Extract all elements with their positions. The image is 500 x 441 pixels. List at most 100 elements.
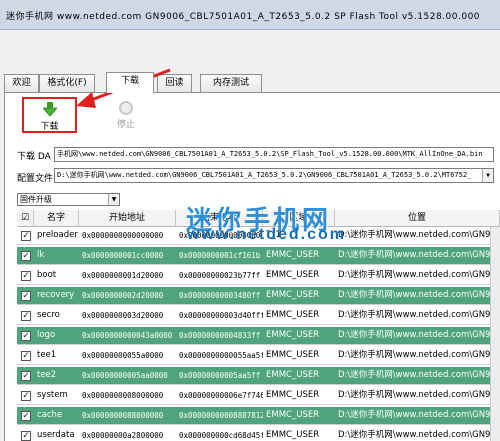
- row-checkbox[interactable]: ✓: [21, 271, 31, 281]
- cell-end: 0x00000000006e7f7463: [179, 391, 263, 400]
- tab-readback[interactable]: 回读: [157, 74, 192, 92]
- row-checkbox[interactable]: ✓: [21, 391, 31, 401]
- download-arrow-icon: [43, 102, 57, 117]
- cell-location: D:\迷你手机网\www.netded.com\GN9006: [338, 430, 500, 440]
- cell-region: EMMC_USER: [266, 350, 320, 360]
- cell-location: D:\迷你手机网\www.netded.com\GN9006: [338, 250, 500, 260]
- cell-name: tee2: [37, 370, 57, 380]
- cell-region: EMMC_USER: [266, 330, 320, 340]
- cell-name: userdata: [37, 430, 75, 440]
- cell-end: 0x0000000001cf161b: [179, 251, 261, 260]
- cell-begin: 0x00000000005aa0000: [82, 371, 168, 380]
- cell-name: preloader: [37, 230, 78, 240]
- download-mode-select[interactable]: 固件升级 ▼: [17, 193, 120, 206]
- table-row[interactable]: ✓ recovery 0x0000000002d20000 0x00000000003…: [17, 287, 500, 305]
- cell-region: EMMC_USER: [266, 370, 320, 380]
- download-agent-path-field[interactable]: 手机网\www.netded.com\GN9006_CBL7501A01_A_T…: [54, 147, 494, 162]
- table-row[interactable]: ✓ secro 0x0000000003d20000 0x00000000003d40…: [17, 307, 500, 325]
- cell-end: 0x00000000008887812f: [179, 411, 263, 420]
- header-check-all[interactable]: ☑: [17, 210, 34, 227]
- cell-location: D:\迷你手机网\www.netded.com\GN9006: [338, 350, 500, 360]
- cell-end: 0x00000000023b77ff: [179, 271, 261, 280]
- cell-location: D:\迷你手机网\www.netded.com\GN9006: [338, 410, 500, 420]
- cell-name: cache: [37, 410, 63, 420]
- row-checkbox[interactable]: ✓: [21, 291, 31, 301]
- row-checkbox[interactable]: ✓: [21, 331, 31, 341]
- download-agent-label: 下载 DA: [17, 152, 51, 162]
- cell-name: secro: [37, 310, 60, 320]
- table-row[interactable]: ✓ logo 0x0000000000043a0000 0x0000000000483…: [17, 327, 500, 345]
- header-name[interactable]: 名字: [34, 210, 79, 227]
- chevron-down-icon[interactable]: ▼: [482, 169, 493, 182]
- cell-name: recovery: [37, 290, 75, 300]
- row-checkbox[interactable]: ✓: [21, 351, 31, 361]
- stop-icon: [119, 101, 133, 115]
- table-row[interactable]: ✓ cache 0x0000000088000000 0x00000000008887…: [17, 407, 500, 425]
- cell-location: D:\迷你手机网\www.netded.com\GN9006: [338, 230, 500, 240]
- cell-begin: 0x0000000001d20000: [82, 271, 164, 280]
- cell-region: EMMC_USER: [266, 430, 320, 440]
- cell-location: D:\迷你手机网\www.netded.com\GN9006: [338, 270, 500, 280]
- row-checkbox[interactable]: ✓: [21, 431, 31, 441]
- cell-region: EMMC_USER: [266, 390, 320, 400]
- cell-begin: 0x0000000002d20000: [82, 291, 164, 300]
- download-agent-path-value: 手机网\www.netded.com\GN9006_CBL7501A01_A_T…: [57, 150, 483, 158]
- header-begin-address[interactable]: 开始地址: [79, 210, 176, 227]
- cell-name: system: [37, 390, 68, 400]
- chevron-down-icon[interactable]: ▼: [108, 194, 119, 205]
- stop-button-label: 停止: [116, 120, 135, 130]
- row-checkbox[interactable]: ✓: [21, 371, 31, 381]
- cell-region: EMMC_USER: [266, 250, 320, 260]
- cell-begin: 0x0000000003d20000: [82, 311, 164, 320]
- table-scrollbar[interactable]: [490, 227, 500, 441]
- table-row[interactable]: ✓ system 0x0000000008000000 0x00000000006e7…: [17, 387, 500, 405]
- tab-format[interactable]: 格式化(F): [39, 74, 95, 92]
- cell-location: D:\迷你手机网\www.netded.com\GN9006: [338, 330, 500, 340]
- row-checkbox[interactable]: ✓: [21, 411, 31, 421]
- cell-name: logo: [37, 330, 56, 340]
- cell-begin: 0x0000000000043a0000: [82, 331, 173, 340]
- watermark-url: www.netded.com: [187, 226, 346, 243]
- partition-table: ☑ 名字 开始地址 结束地址 区域 位置 ✓ preloader 0x0000000…: [17, 210, 500, 441]
- cell-location: D:\迷你手机网\www.netded.com\GN9006: [338, 370, 500, 380]
- table-row[interactable]: ✓ lk 0x0000000001cc0000 0x0000000001cf161b E…: [17, 247, 500, 265]
- cell-begin: 0x0000000001cc0000: [82, 251, 164, 260]
- cell-name: lk: [37, 250, 45, 260]
- tab-memory-test[interactable]: 内存测试: [200, 74, 262, 92]
- cell-region: EMMC_USER: [266, 310, 320, 320]
- table-row[interactable]: ✓ tee1 0x00000000055a0000 0x0000000000055aa…: [17, 347, 500, 365]
- cell-begin: 0x0000000088000000: [82, 411, 164, 420]
- cell-location: D:\迷你手机网\www.netded.com\GN9006: [338, 390, 500, 400]
- row-checkbox[interactable]: ✓: [21, 311, 31, 321]
- cell-region: EMMC_USER: [266, 410, 320, 420]
- cell-end: 0x00000000005aa5ff: [179, 371, 261, 380]
- download-mode-value: 固件升级: [20, 195, 52, 204]
- window-title: 迷你手机网 www.netded.com GN9006_CBL7501A01_A…: [6, 12, 481, 22]
- cell-end: 0x000000000cd68d45f: [179, 431, 263, 440]
- scatter-file-combobox[interactable]: D:\迷你手机网\www.netded.com\GN9006_CBL7501A0…: [54, 168, 494, 183]
- table-row[interactable]: ✓ boot 0x0000000001d20000 0x00000000023b77f…: [17, 267, 500, 285]
- cell-end: 0x0000000000055aa5ff: [179, 351, 263, 360]
- table-row[interactable]: ✓ userdata 0x00000000a2800000 0x000000000cd…: [17, 427, 500, 441]
- cell-begin: 0x0000000008000000: [82, 391, 164, 400]
- scatter-file-value: D:\迷你手机网\www.netded.com\GN9006_CBL7501A0…: [57, 171, 472, 179]
- tab-welcome[interactable]: 欢迎: [4, 74, 39, 92]
- table-row[interactable]: ✓ tee2 0x00000000005aa0000 0x00000000005aa5…: [17, 367, 500, 385]
- stop-button[interactable]: 停止: [108, 99, 144, 131]
- row-checkbox[interactable]: ✓: [21, 231, 31, 241]
- cell-end: 0x00000000003480ff: [179, 291, 261, 300]
- cell-name: boot: [37, 270, 57, 280]
- cell-region: EMMC_USER: [266, 290, 320, 300]
- cell-region: EMMC_USER: [266, 270, 320, 280]
- download-button[interactable]: 下载: [22, 97, 77, 133]
- row-checkbox[interactable]: ✓: [21, 251, 31, 261]
- cell-name: tee1: [37, 350, 57, 360]
- cell-location: D:\迷你手机网\www.netded.com\GN9006: [338, 310, 500, 320]
- cell-end: 0x00000000003d40fff: [179, 311, 263, 320]
- cell-location: D:\迷你手机网\www.netded.com\GN9006: [338, 290, 500, 300]
- header-location[interactable]: 位置: [335, 210, 500, 227]
- tab-download[interactable]: 下载: [106, 72, 154, 93]
- window-title-bar: 迷你手机网 www.netded.com GN9006_CBL7501A01_A…: [0, 0, 500, 30]
- cell-begin: 0x00000000a2800000: [82, 431, 164, 440]
- cell-end: 0x00000000004833ff: [179, 331, 261, 340]
